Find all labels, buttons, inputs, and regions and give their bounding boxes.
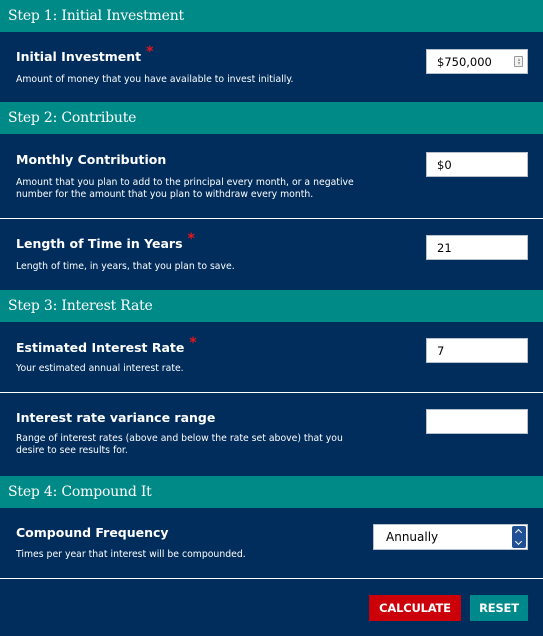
step-1-header: Step 1: Initial Investment <box>0 0 543 32</box>
stepper-icon[interactable] <box>514 56 523 67</box>
length-of-time-label: Length of Time in Years * <box>16 231 195 251</box>
compound-frequency-label: Compound Frequency <box>16 525 169 540</box>
compound-frequency-selected: Annually <box>386 530 439 544</box>
length-of-time-help: Length of time, in years, that you plan … <box>16 261 235 272</box>
monthly-contribution-field: Monthly Contribution Amount that you pla… <box>0 134 543 218</box>
step-4-header: Step 4: Compound It <box>0 476 543 508</box>
required-asterisk: * <box>189 335 197 351</box>
select-arrows-icon[interactable] <box>512 526 526 548</box>
variance-range-input[interactable] <box>426 409 528 434</box>
variance-range-field: Interest rate variance range Range of in… <box>0 393 543 476</box>
interest-rate-help: Your estimated annual interest rate. <box>16 363 184 374</box>
reset-button[interactable]: RESET <box>470 595 528 621</box>
monthly-contribution-input[interactable] <box>426 152 528 177</box>
required-asterisk: * <box>187 231 195 247</box>
length-of-time-input[interactable] <box>426 235 528 260</box>
initial-investment-label: Initial Investment * <box>16 44 154 64</box>
initial-investment-field: Initial Investment * Amount of money that… <box>0 32 543 102</box>
required-asterisk: * <box>146 44 154 60</box>
initial-investment-help: Amount of money that you have available … <box>16 74 294 85</box>
interest-rate-input[interactable] <box>426 338 528 363</box>
length-of-time-field: Length of Time in Years * Length of time,… <box>0 219 543 290</box>
variance-range-label: Interest rate variance range <box>16 410 216 425</box>
monthly-contribution-label: Monthly Contribution <box>16 152 167 167</box>
calculate-button[interactable]: CALCULATE <box>369 595 461 621</box>
step-3-header: Step 3: Interest Rate <box>0 290 543 322</box>
interest-rate-label: Estimated Interest Rate * <box>16 335 197 355</box>
initial-investment-input[interactable] <box>426 49 528 74</box>
interest-rate-field: Estimated Interest Rate * Your estimated … <box>0 322 543 392</box>
monthly-contribution-help: Amount that you plan to add to the princ… <box>16 177 354 200</box>
step-2-header: Step 2: Contribute <box>0 102 543 134</box>
compound-frequency-help: Times per year that interest will be com… <box>16 549 246 560</box>
divider <box>0 578 543 579</box>
variance-range-help: Range of interest rates (above and below… <box>16 433 343 456</box>
compound-frequency-select[interactable]: Annually <box>373 524 528 550</box>
